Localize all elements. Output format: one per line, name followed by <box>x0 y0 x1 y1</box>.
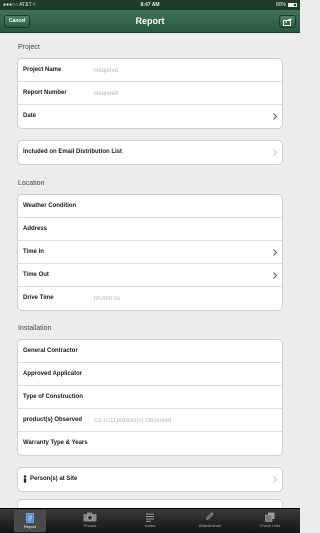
address-label: Address <box>23 226 48 232</box>
tab-report[interactable]: Report <box>14 510 46 532</box>
products-observed-label: product(s) Observed <box>23 417 83 423</box>
page-title: Report <box>135 16 165 26</box>
project-name-field[interactable] <box>94 65 254 76</box>
share-icon <box>283 18 293 26</box>
tab-bar: Report Photos Notes Attachments Check Li… <box>0 508 300 533</box>
location-group: Weather Condition Address Time In Time O… <box>17 194 283 311</box>
chevron-right-icon <box>273 249 277 256</box>
notes-icon <box>146 513 154 522</box>
email-distribution-row[interactable]: Included on Email Distribution List <box>18 141 282 164</box>
general-contractor-label: General Contractor <box>23 348 78 354</box>
battery-indicator: 80% <box>276 0 297 10</box>
tab-check-lists[interactable]: Check Lists <box>240 509 300 533</box>
tab-photos[interactable]: Photos <box>60 509 120 533</box>
email-distribution-label: Included on Email Distribution List <box>23 149 123 155</box>
project-group: Project Name Report Number Date <box>17 58 283 129</box>
chevron-right-icon <box>273 149 277 156</box>
section-header-location: Location <box>18 180 45 187</box>
report-number-field[interactable] <box>94 88 254 99</box>
time-out-row[interactable]: Time Out <box>18 264 282 287</box>
persons-at-site-label: Person(s) at Site <box>30 476 78 482</box>
products-observed-row[interactable]: product(s) Observed <box>18 409 282 432</box>
chevron-right-icon <box>273 272 277 279</box>
report-number-row[interactable]: Report Number <box>18 82 282 105</box>
chevron-right-icon <box>273 476 277 483</box>
drive-time-label: Drive Time <box>23 295 54 301</box>
section-header-installation: Installation <box>18 325 52 332</box>
address-row[interactable]: Address <box>18 218 282 241</box>
tab-label: Report <box>23 524 36 529</box>
date-label: Date <box>23 113 37 119</box>
type-of-construction-row[interactable]: Type of Construction <box>18 386 282 409</box>
warranty-row[interactable]: Warranty Type & Years <box>18 432 282 455</box>
weather-condition-label: Weather Condition <box>23 203 77 209</box>
warranty-label: Warranty Type & Years <box>23 440 88 446</box>
camera-icon <box>83 512 97 522</box>
tab-label: Attachments <box>198 523 222 528</box>
weather-condition-field[interactable] <box>94 201 254 212</box>
persons-at-site-row[interactable]: Person(s) at Site <box>18 468 282 491</box>
project-name-label: Project Name <box>23 67 62 73</box>
tab-label: Photos <box>83 523 97 528</box>
general-contractor-field[interactable] <box>94 346 254 357</box>
battery-percent: 80% <box>275 2 286 8</box>
person-icon <box>23 475 27 483</box>
distribution-group: Included on Email Distribution List <box>17 140 283 165</box>
status-bar: ●●●○○ AT&T ≈ 8:47 AM 80% <box>0 0 300 10</box>
tab-attachments[interactable]: Attachments <box>180 509 240 533</box>
time-in-row[interactable]: Time In <box>18 241 282 264</box>
report-icon <box>26 513 34 523</box>
persons-group: Person(s) at Site <box>17 467 283 492</box>
project-name-row[interactable]: Project Name <box>18 59 282 82</box>
share-button[interactable] <box>279 15 296 28</box>
type-of-construction-label: Type of Construction <box>23 394 83 400</box>
chevron-right-icon <box>273 113 277 120</box>
drive-time-row[interactable]: Drive Time <box>18 287 282 310</box>
time-in-label: Time In <box>23 249 44 255</box>
paperclip-icon <box>205 512 214 520</box>
general-contractor-row[interactable]: General Contractor <box>18 340 282 363</box>
installation-group: General Contractor Approved Applicator T… <box>17 339 283 456</box>
time-out-label: Time Out <box>23 272 49 278</box>
tab-label: Check Lists <box>259 523 281 528</box>
products-observed-field[interactable] <box>94 415 254 426</box>
approved-applicator-label: Approved Applicator <box>23 371 83 377</box>
tab-notes[interactable]: Notes <box>120 509 180 533</box>
type-of-construction-field[interactable] <box>94 392 254 403</box>
section-header-project: Project <box>18 44 40 51</box>
weather-condition-row[interactable]: Weather Condition <box>18 195 282 218</box>
checklist-icon <box>265 512 275 522</box>
report-form: Project Project Name Report Number Date … <box>0 33 300 508</box>
approved-applicator-field[interactable] <box>94 369 254 380</box>
report-number-label: Report Number <box>23 90 67 96</box>
date-row[interactable]: Date <box>18 105 282 128</box>
battery-icon <box>288 2 297 7</box>
next-group-partial <box>17 499 283 508</box>
status-time: 8:47 AM <box>140 2 160 8</box>
address-field[interactable] <box>94 224 254 235</box>
approved-applicator-row[interactable]: Approved Applicator <box>18 363 282 386</box>
navigation-bar: Cancel Report <box>0 10 300 33</box>
warranty-field[interactable] <box>94 438 254 449</box>
drive-time-field[interactable] <box>94 293 254 304</box>
tab-label: Notes <box>144 523 156 528</box>
